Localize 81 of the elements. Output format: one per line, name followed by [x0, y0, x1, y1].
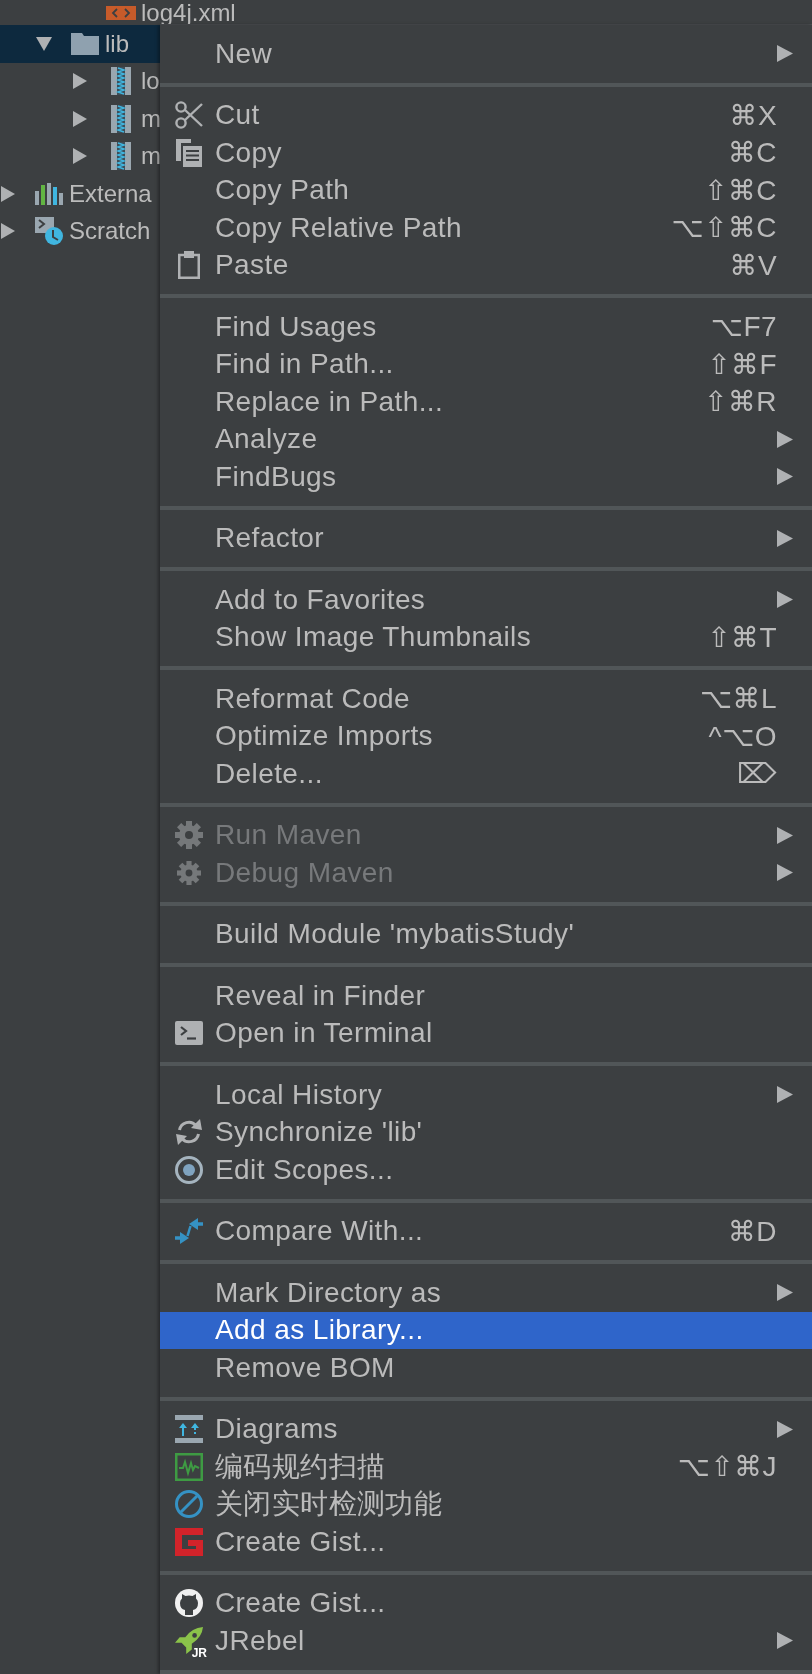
menu-item[interactable]: Replace in Path... ⇧⌘R	[160, 383, 812, 421]
gear-icon	[177, 860, 201, 885]
tree-item[interactable]: lo	[0, 62, 160, 100]
menu-item[interactable]: Copy Path ⇧⌘C	[160, 171, 812, 209]
terminal-icon	[175, 1021, 203, 1046]
menu-item[interactable]: Remove BOM	[160, 1349, 812, 1387]
menu-item[interactable]: Create Gist...	[160, 1584, 812, 1622]
menu-item[interactable]: Synchronize 'lib'	[160, 1113, 812, 1151]
menu-item[interactable]: Show Image Thumbnails ⇧⌘T	[160, 618, 812, 656]
keyboard-shortcut: ⌦	[737, 757, 777, 791]
archive-icon	[111, 104, 131, 133]
cat-logo-icon	[175, 1589, 203, 1618]
triangle-right-icon[interactable]	[1, 223, 15, 240]
menu-item[interactable]: Reformat Code ⌥⌘L	[160, 680, 812, 718]
keyboard-shortcut: ⌥⇧⌘J	[677, 1450, 777, 1484]
keyboard-shortcut: ⇧⌘F	[707, 347, 777, 381]
scissors-icon	[175, 101, 203, 130]
tree-item[interactable]: lib	[0, 25, 160, 63]
menu-item[interactable]: Refactor	[160, 519, 812, 557]
menu-item[interactable]: Analyze	[160, 420, 812, 458]
diagram-icon	[175, 1415, 203, 1444]
menu-item[interactable]: Create Gist...	[160, 1523, 812, 1561]
menu-item[interactable]: Mark Directory as	[160, 1274, 812, 1312]
tree-item[interactable]: Externa	[0, 175, 160, 213]
clipboard-icon	[178, 251, 200, 280]
menu-item[interactable]: Compare With... ⌘D	[160, 1212, 812, 1250]
menu-item[interactable]: Copy ⌘C	[160, 134, 812, 172]
menu-item[interactable]: Optimize Imports ^⌥O	[160, 717, 812, 755]
compare-arrows-icon	[175, 1217, 203, 1246]
menu-item[interactable]: Paste ⌘V	[160, 246, 812, 284]
menu-item[interactable]: FindBugs	[160, 458, 812, 496]
menu-item[interactable]: Local History	[160, 1076, 812, 1114]
keyboard-shortcut: ⌥⇧⌘C	[671, 211, 777, 245]
copy-icon	[176, 138, 202, 167]
menu-item[interactable]: JR JRebel	[160, 1622, 812, 1660]
triangle-right-icon[interactable]	[73, 110, 87, 127]
tree-item[interactable]: m	[0, 137, 160, 175]
prohibited-icon	[175, 1490, 203, 1519]
sync-icon	[175, 1118, 203, 1147]
menu-item[interactable]: Cut ⌘X	[160, 96, 812, 134]
folder-icon	[71, 32, 99, 55]
triangle-down-icon[interactable]	[36, 36, 52, 51]
menu-item[interactable]: New	[160, 35, 812, 73]
keyboard-shortcut: ⌘C	[727, 136, 777, 170]
triangle-right-icon[interactable]	[73, 73, 87, 90]
menu-item[interactable]: Open in Terminal	[160, 1014, 812, 1052]
g-logo-icon	[175, 1527, 203, 1556]
menu-item[interactable]: Add as Library...	[160, 1311, 812, 1349]
keyboard-shortcut: ⇧⌘R	[704, 385, 777, 419]
menu-item[interactable]: Add to Favorites	[160, 581, 812, 619]
keyboard-shortcut: ⌘V	[729, 248, 777, 282]
keyboard-shortcut: ^⌥O	[708, 719, 777, 753]
archive-icon	[111, 142, 131, 171]
menu-item[interactable]: Find Usages ⌥F7	[160, 308, 812, 346]
menu-item[interactable]: Find in Path... ⇧⌘F	[160, 345, 812, 383]
tree-item[interactable]: log4j.xml	[0, 0, 236, 25]
menu-item[interactable]: Build Module 'mybatisStudy'	[160, 915, 812, 953]
keyboard-shortcut: ⌥⌘L	[699, 682, 777, 716]
archive-icon	[111, 67, 131, 96]
triangle-right-icon[interactable]	[73, 148, 87, 165]
triangle-right-icon[interactable]	[1, 185, 15, 202]
menu-item[interactable]: Reveal in Finder	[160, 977, 812, 1015]
menu-item[interactable]: Edit Scopes...	[160, 1151, 812, 1189]
menu-item[interactable]: Copy Relative Path ⌥⇧⌘C	[160, 209, 812, 247]
keyboard-shortcut: ⌥F7	[710, 310, 777, 344]
tree-item[interactable]: Scratch	[0, 212, 160, 250]
logo-text: JR	[191, 1646, 207, 1659]
bar-columns-icon	[35, 182, 63, 205]
keyboard-shortcut: ⌘D	[727, 1214, 777, 1248]
menu-item[interactable]: Diagrams	[160, 1410, 812, 1448]
menu-item[interactable]: 编码规约扫描 ⌥⇧⌘J	[160, 1448, 812, 1486]
keyboard-shortcut: ⌘X	[729, 98, 777, 132]
scratch-clock-icon	[35, 217, 63, 246]
keyboard-shortcut: ⇧⌘T	[707, 620, 777, 654]
target-icon	[175, 1155, 203, 1184]
tree-item[interactable]: m	[0, 100, 160, 138]
menu-item[interactable]: Delete... ⌦	[160, 755, 812, 793]
menu-item[interactable]: 关闭实时检测功能	[160, 1485, 812, 1523]
keyboard-shortcut: ⇧⌘C	[704, 173, 777, 207]
waveform-icon	[175, 1452, 203, 1481]
code-file-icon	[106, 5, 136, 20]
